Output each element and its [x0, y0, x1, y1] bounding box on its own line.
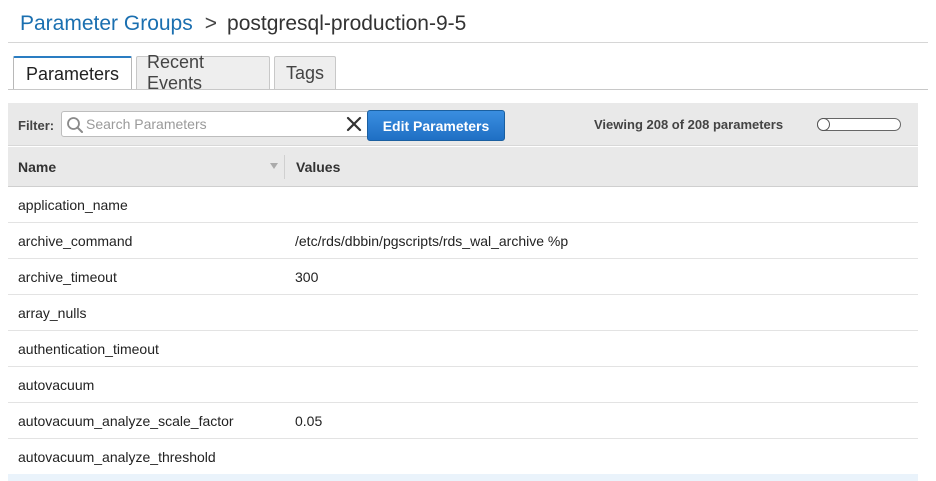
table-row[interactable]: authentication_timeout — [8, 331, 918, 367]
table-row[interactable]: application_name — [8, 187, 918, 223]
next-row-highlight — [8, 474, 918, 481]
tab-parameters[interactable]: Parameters — [13, 56, 132, 90]
column-header-name[interactable]: Name — [18, 147, 56, 187]
breadcrumb-parameter-groups-link[interactable]: Parameter Groups — [20, 12, 193, 36]
table-row[interactable]: autovacuum — [8, 367, 918, 403]
search-box — [61, 111, 371, 137]
column-divider[interactable] — [284, 155, 285, 179]
search-parameters-input[interactable] — [86, 114, 336, 134]
table-row[interactable]: autovacuum_analyze_scale_factor 0.05 — [8, 403, 918, 439]
filter-label: Filter: — [18, 118, 55, 133]
tab-divider — [8, 89, 928, 90]
parameter-name: autovacuum — [18, 377, 95, 393]
search-icon — [67, 117, 83, 133]
parameter-name: autovacuum_analyze_scale_factor — [18, 413, 234, 429]
slider-knob[interactable] — [817, 118, 830, 131]
table-row[interactable]: autovacuum_analyze_threshold — [8, 439, 918, 475]
column-header-values[interactable]: Values — [296, 147, 340, 187]
tab-tags[interactable]: Tags — [274, 56, 336, 89]
parameters-panel: Filter: Edit Parameters Viewing 208 of 2… — [8, 103, 918, 481]
header-divider — [8, 42, 928, 43]
row-slider[interactable] — [817, 118, 901, 131]
parameters-table-body: application_name archive_command /etc/rd… — [8, 187, 918, 475]
table-header: Name Values — [8, 147, 918, 187]
parameter-name: autovacuum_analyze_threshold — [18, 449, 216, 465]
parameter-name: archive_command — [18, 233, 133, 249]
parameter-name: archive_timeout — [18, 269, 117, 285]
tab-recent-events[interactable]: Recent Events — [136, 52, 270, 93]
parameter-name: authentication_timeout — [18, 341, 159, 357]
parameter-name: array_nulls — [18, 305, 87, 321]
table-row[interactable]: array_nulls — [8, 295, 918, 331]
filter-toolbar: Filter: Edit Parameters Viewing 208 of 2… — [8, 103, 918, 146]
table-row[interactable]: archive_command /etc/rds/dbbin/pgscripts… — [8, 223, 918, 259]
clear-icon[interactable] — [344, 114, 364, 134]
breadcrumb: Parameter Groups > postgresql-production… — [20, 10, 466, 38]
viewing-count-text: Viewing 208 of 208 parameters — [594, 117, 784, 132]
tab-bar: Parameters Recent Events Tags — [13, 52, 340, 93]
parameter-value: 300 — [295, 269, 319, 285]
parameter-value: 0.05 — [295, 413, 323, 429]
parameter-name: application_name — [18, 197, 128, 213]
breadcrumb-separator: > — [204, 12, 218, 35]
edit-parameters-button[interactable]: Edit Parameters — [367, 110, 505, 141]
page-title: postgresql-production-9-5 — [227, 12, 467, 35]
table-row[interactable]: archive_timeout 300 — [8, 259, 918, 295]
parameter-value: /etc/rds/dbbin/pgscripts/rds_wal_archive… — [295, 233, 569, 249]
sort-descending-icon[interactable] — [270, 163, 278, 169]
